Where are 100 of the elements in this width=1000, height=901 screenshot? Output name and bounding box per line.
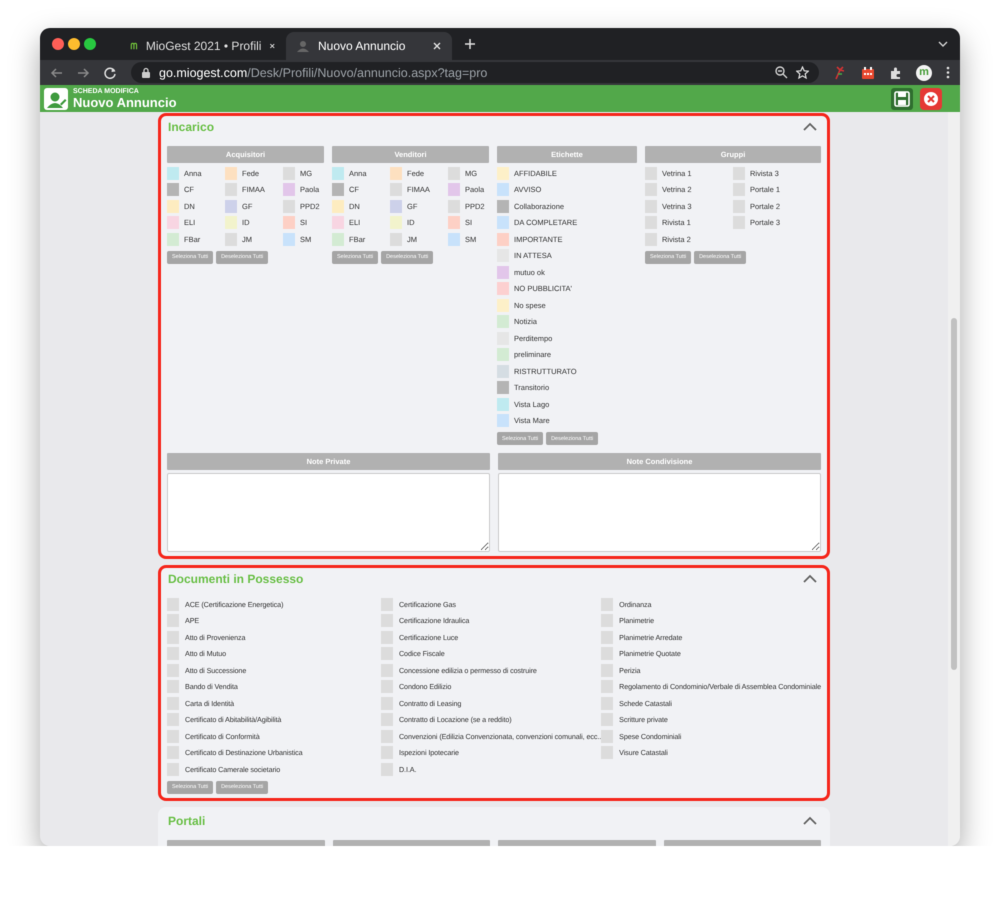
checkbox[interactable]	[601, 680, 614, 694]
checkbox[interactable]	[380, 680, 393, 694]
checkbox[interactable]	[167, 647, 179, 660]
checkbox[interactable]	[380, 598, 393, 611]
color-swatch[interactable]	[283, 200, 295, 213]
color-swatch[interactable]	[283, 232, 295, 246]
checkbox[interactable]	[601, 696, 614, 710]
color-swatch[interactable]	[497, 364, 509, 378]
close-button[interactable]	[920, 88, 942, 110]
color-swatch[interactable]	[225, 232, 237, 246]
color-swatch[interactable]	[225, 200, 237, 213]
checkbox[interactable]	[380, 696, 393, 710]
color-swatch[interactable]	[497, 166, 509, 180]
color-swatch[interactable]	[645, 232, 657, 246]
color-swatch[interactable]	[645, 200, 657, 213]
window-control-icon[interactable]	[52, 38, 64, 50]
checkbox[interactable]	[380, 614, 393, 628]
color-swatch[interactable]	[497, 216, 509, 230]
color-swatch[interactable]	[733, 166, 745, 180]
color-swatch[interactable]	[225, 216, 237, 230]
color-swatch[interactable]	[283, 166, 295, 180]
checkbox[interactable]	[167, 713, 179, 726]
checkbox[interactable]	[167, 614, 179, 628]
star-icon[interactable]	[796, 66, 809, 79]
color-swatch[interactable]	[332, 200, 344, 213]
color-swatch[interactable]	[733, 183, 745, 196]
color-swatch[interactable]	[645, 183, 657, 196]
checkbox[interactable]	[380, 664, 393, 677]
back-icon[interactable]	[50, 66, 63, 78]
checkbox[interactable]	[167, 730, 179, 743]
window-control-icon[interactable]	[68, 38, 80, 50]
color-swatch[interactable]	[167, 232, 179, 246]
color-swatch[interactable]	[390, 200, 402, 213]
scrollbar-thumb[interactable]	[951, 318, 957, 670]
chevron-up-icon[interactable]	[803, 122, 817, 132]
chevron-up-icon[interactable]	[803, 816, 817, 826]
color-swatch[interactable]	[497, 315, 509, 328]
color-swatch[interactable]	[497, 232, 509, 246]
color-swatch[interactable]	[167, 183, 179, 196]
color-swatch[interactable]	[497, 298, 509, 312]
checkbox[interactable]	[380, 713, 393, 726]
browser-tab[interactable]: MioGest 2021 • Profili	[120, 32, 286, 60]
color-swatch[interactable]	[283, 216, 295, 230]
save-button[interactable]	[891, 88, 913, 110]
checkbox[interactable]	[601, 614, 614, 628]
checkbox[interactable]	[601, 647, 614, 660]
calendar-icon[interactable]	[861, 66, 875, 80]
address-bar[interactable]: go.miogest.com/Desk/Profili/Nuovo/annuncio.aspx?tag=pro	[131, 62, 819, 83]
color-swatch[interactable]	[497, 282, 509, 296]
checkbox[interactable]	[167, 630, 179, 644]
checkbox[interactable]	[601, 713, 614, 726]
checkbox[interactable]	[601, 746, 614, 760]
checkbox[interactable]	[601, 730, 614, 743]
checkbox[interactable]	[167, 762, 179, 776]
close-icon[interactable]	[432, 41, 442, 51]
checkbox[interactable]	[380, 746, 393, 760]
chevron-up-icon[interactable]	[803, 574, 817, 584]
color-swatch[interactable]	[645, 166, 657, 180]
checkbox[interactable]	[167, 746, 179, 760]
checkbox[interactable]	[167, 598, 179, 611]
color-swatch[interactable]	[497, 414, 509, 428]
color-swatch[interactable]	[332, 216, 344, 230]
plus-icon[interactable]	[464, 38, 476, 50]
puzzle-icon[interactable]	[889, 66, 902, 80]
color-swatch[interactable]	[167, 166, 179, 180]
color-swatch[interactable]	[390, 166, 402, 180]
color-swatch[interactable]	[497, 183, 509, 196]
color-swatch[interactable]	[167, 200, 179, 213]
color-swatch[interactable]	[733, 200, 745, 213]
color-swatch[interactable]	[390, 232, 402, 246]
checkbox[interactable]	[380, 630, 393, 644]
color-swatch[interactable]	[497, 381, 509, 394]
color-swatch[interactable]	[332, 166, 344, 180]
color-swatch[interactable]	[645, 216, 657, 230]
color-swatch[interactable]	[225, 166, 237, 180]
color-swatch[interactable]	[448, 166, 460, 180]
checkbox[interactable]	[601, 630, 614, 644]
color-swatch[interactable]	[497, 200, 509, 213]
color-swatch[interactable]	[390, 183, 402, 196]
color-swatch[interactable]	[733, 216, 745, 230]
notes-field[interactable]	[498, 473, 821, 552]
checkbox[interactable]	[167, 696, 179, 710]
color-swatch[interactable]	[167, 216, 179, 230]
window-control-icon[interactable]	[84, 38, 96, 50]
color-swatch[interactable]	[448, 183, 460, 196]
color-swatch[interactable]	[497, 348, 509, 362]
reload-icon[interactable]	[104, 66, 117, 78]
checkbox[interactable]	[380, 730, 393, 743]
checkbox[interactable]	[601, 664, 614, 677]
more-menu-icon[interactable]	[946, 66, 950, 79]
browser-tab[interactable]: Nuovo Annuncio	[286, 32, 452, 60]
checkbox[interactable]	[167, 664, 179, 677]
profile-avatar[interactable]: m	[916, 64, 932, 80]
zoom-icon[interactable]	[775, 66, 788, 79]
notes-field[interactable]	[167, 473, 490, 552]
caret-icon[interactable]	[938, 40, 948, 48]
color-swatch[interactable]	[332, 232, 344, 246]
color-swatch[interactable]	[497, 398, 509, 411]
checkbox[interactable]	[601, 598, 614, 611]
color-swatch[interactable]	[448, 232, 460, 246]
